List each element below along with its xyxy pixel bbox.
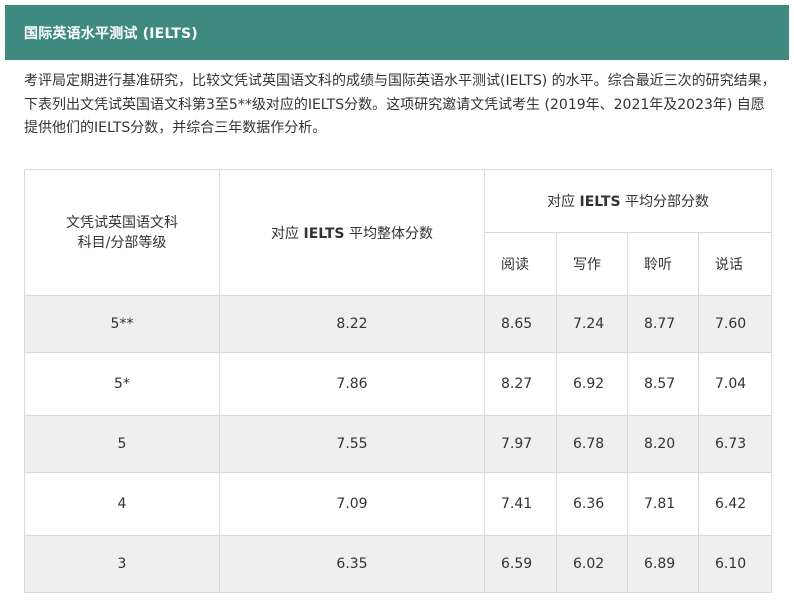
- cell-listening: 7.81: [627, 472, 699, 536]
- table-row: 5 7.55 7.97 6.78 8.20 6.73: [24, 415, 773, 473]
- section-title: 国际英语水平测试 (IELTS): [24, 25, 198, 42]
- cell-overall: 6.35: [219, 535, 485, 593]
- header-overall-suffix: 平均整体分数: [344, 225, 433, 242]
- table-body: 5** 8.22 8.65 7.24 8.77 7.60 5* 7.86 8.2…: [24, 295, 773, 593]
- header-overall-score: 对应 IELTS 平均整体分数: [219, 169, 485, 296]
- header-section-ielts: IELTS: [579, 194, 621, 210]
- cell-level: 4: [24, 472, 220, 536]
- cell-level: 5*: [24, 352, 220, 416]
- cell-listening: 6.89: [627, 535, 699, 593]
- cell-reading: 6.59: [484, 535, 557, 593]
- cell-overall: 7.55: [219, 415, 485, 473]
- table-row: 5** 8.22 8.65 7.24 8.77 7.60: [24, 295, 773, 353]
- cell-level: 5**: [24, 295, 220, 353]
- cell-overall: 7.09: [219, 472, 485, 536]
- cell-speaking: 7.60: [697, 295, 773, 353]
- cell-writing: 6.92: [556, 352, 628, 416]
- cell-speaking: 7.04: [697, 352, 773, 416]
- cell-listening: 8.77: [627, 295, 699, 353]
- header-section-prefix: 对应: [547, 194, 580, 210]
- cell-level: 3: [24, 535, 220, 593]
- header-row-top: 文凭试英国语文科 科目/分部等级 对应 IELTS 平均整体分数 对应 IELT…: [24, 169, 773, 296]
- header-section-suffix: 平均分部分数: [620, 194, 709, 210]
- cell-reading: 7.41: [484, 472, 557, 536]
- table-row: 3 6.35 6.59 6.02 6.89 6.10: [24, 535, 773, 593]
- ielts-score-table: 文凭试英国语文科 科目/分部等级 对应 IELTS 平均整体分数 对应 IELT…: [24, 169, 773, 593]
- section-header: 国际英语水平测试 (IELTS): [5, 5, 789, 60]
- header-overall-prefix: 对应: [271, 225, 304, 242]
- cell-listening: 8.20: [627, 415, 699, 473]
- cell-reading: 7.97: [484, 415, 557, 473]
- table-row: 5* 7.86 8.27 6.92 8.57 7.04: [24, 352, 773, 416]
- header-overall-ielts: IELTS: [303, 225, 345, 242]
- header-speaking: 说话: [697, 232, 773, 296]
- intro-paragraph: 考评局定期进行基准研究，比较文凭试英国语文科的成绩与国际英语水平测试(IELTS…: [24, 73, 776, 136]
- cell-reading: 8.65: [484, 295, 557, 353]
- cell-writing: 6.02: [556, 535, 628, 593]
- table-row: 4 7.09 7.41 6.36 7.81 6.42: [24, 472, 773, 536]
- header-section-score: 对应 IELTS 平均分部分数: [483, 169, 773, 233]
- header-subject-level: 文凭试英国语文科 科目/分部等级: [24, 169, 220, 296]
- cell-listening: 8.57: [627, 352, 699, 416]
- cell-reading: 8.27: [484, 352, 557, 416]
- cell-overall: 7.86: [219, 352, 485, 416]
- cell-overall: 8.22: [219, 295, 485, 353]
- header-listening: 聆听: [627, 232, 699, 296]
- cell-writing: 7.24: [556, 295, 628, 353]
- cell-speaking: 6.73: [697, 415, 773, 473]
- header-reading: 阅读: [484, 232, 557, 296]
- table-header: 文凭试英国语文科 科目/分部等级 对应 IELTS 平均整体分数 对应 IELT…: [24, 169, 773, 296]
- header-writing: 写作: [556, 232, 628, 296]
- cell-level: 5: [24, 415, 220, 473]
- cell-speaking: 6.42: [697, 472, 773, 536]
- header-subject-line2: 科目/分部等级: [77, 234, 167, 251]
- header-subject-line1: 文凭试英国语文科: [66, 214, 178, 231]
- cell-speaking: 6.10: [697, 535, 773, 593]
- cell-writing: 6.78: [556, 415, 628, 473]
- cell-writing: 6.36: [556, 472, 628, 536]
